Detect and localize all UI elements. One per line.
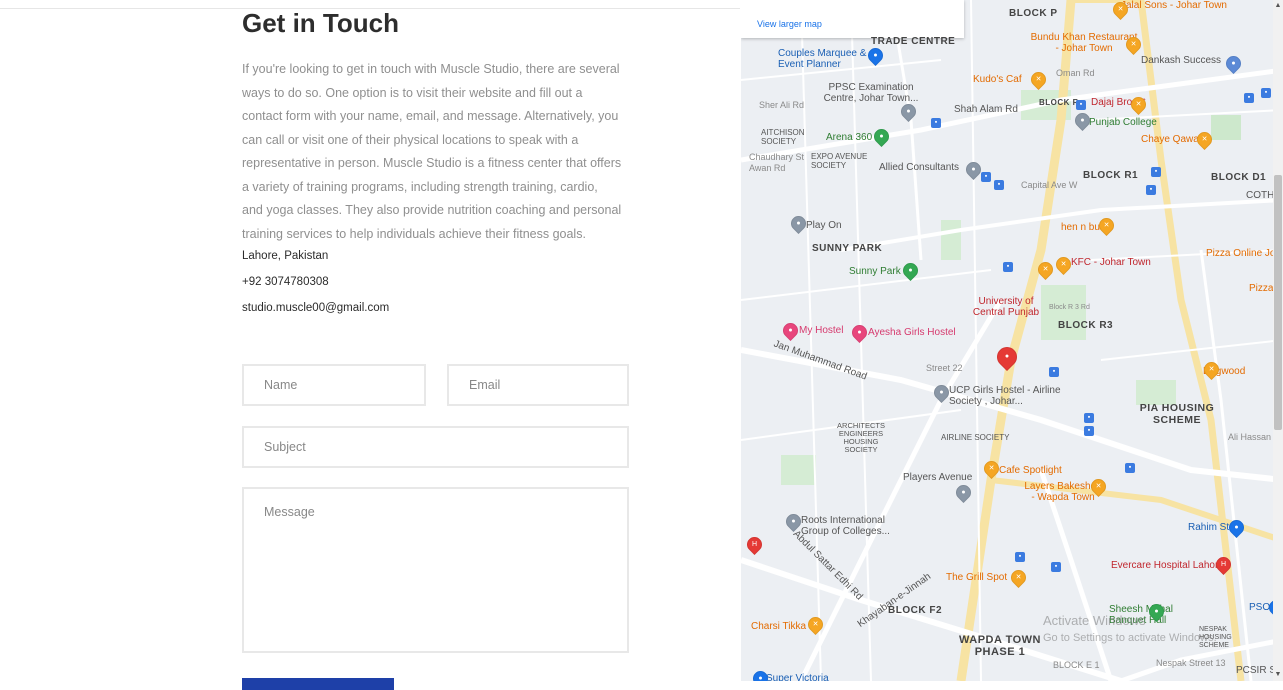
email-text: studio.muscle00@gmail.com	[242, 302, 390, 314]
name-input[interactable]	[242, 364, 426, 406]
scrollbar-thumb[interactable]	[1274, 175, 1282, 430]
map-label: Punjab College	[1089, 117, 1157, 128]
scroll-down-arrow-icon[interactable]: ▼	[1274, 671, 1282, 678]
bus-stop-icon[interactable]: ▪	[981, 172, 991, 182]
map-label: BLOCK R	[1039, 98, 1079, 107]
map-label: AIRLINE SOCIETY	[941, 433, 1010, 442]
map-label: The Grill Spot	[946, 572, 1008, 583]
map-label: Chaye Qawali	[1141, 134, 1204, 145]
map-label: Jalal Sons - Johar Town	[1121, 0, 1227, 11]
map-label: PCSIR S	[1236, 665, 1277, 676]
activation-watermark-subtitle: Go to Settings to activate Windows.	[1043, 632, 1217, 644]
map-label: Super Victoria	[766, 673, 829, 681]
map-info-card: View larger map	[741, 0, 964, 38]
page-title: Get in Touch	[242, 8, 399, 38]
map-label: Play On	[806, 220, 842, 231]
map-label: Kudo's Caf	[973, 74, 1022, 85]
map-label: Dankash Success	[1141, 55, 1222, 66]
map-label: Oman Rd	[1056, 68, 1095, 78]
map-label: Pizza Online Jo	[1206, 248, 1276, 259]
map-label: Awan Rd	[749, 163, 786, 173]
bus-stop-icon[interactable]: ▪	[1146, 185, 1156, 195]
map-label: Allied Consultants	[879, 162, 960, 173]
map-label: BLOCK F2	[888, 605, 942, 616]
map-label: BLOCK D1	[1211, 172, 1267, 183]
map-label: Cafe Spotlight	[999, 465, 1062, 476]
submit-button[interactable]	[242, 678, 394, 690]
bus-stop-icon[interactable]: ▪	[1151, 167, 1161, 177]
bus-stop-icon[interactable]: ▪	[994, 180, 1004, 190]
map-label: Players Avenue	[903, 472, 973, 483]
map-label: Roots International Group of Colleges...	[801, 515, 890, 537]
map-label: Block R 3 Rd	[1049, 304, 1090, 311]
map-label: Nespak Street 13	[1156, 658, 1226, 668]
bus-stop-icon[interactable]: ▪	[1125, 463, 1135, 473]
map-label: Couples Marquee & Event Planner	[778, 48, 867, 70]
map-label: Shah Alam Rd	[954, 104, 1018, 115]
bus-stop-icon[interactable]: ▪	[1015, 552, 1025, 562]
map-label: PPSC Examination Centre, Johar Town...	[823, 82, 919, 104]
intro-text: If you're looking to get in touch with M…	[242, 62, 622, 241]
map-label: TRADE CENTRE	[871, 36, 956, 47]
location-text: Lahore, Pakistan	[242, 250, 329, 262]
map-label: Chaudhary St	[749, 152, 805, 162]
map-label: Street 22	[926, 363, 963, 373]
map-label: SUNNY PARK	[812, 243, 883, 254]
map-label: WAPDA TOWN PHASE 1	[959, 634, 1041, 658]
activation-watermark-title: Activate Windows	[1043, 613, 1146, 628]
bus-stop-icon[interactable]: ▪	[931, 118, 941, 128]
map-label: Capital Ave W	[1021, 180, 1078, 190]
subject-input[interactable]	[242, 426, 629, 468]
map-label: Bundu Khan Restaurant - Johar Town	[1030, 32, 1138, 54]
map-label: UCP Girls Hostel - Airline Society , Joh…	[949, 385, 1061, 407]
map-label: BLOCK E 1	[1053, 660, 1100, 670]
map-label: BLOCK R3	[1058, 320, 1114, 331]
message-textarea[interactable]	[242, 487, 629, 653]
bus-stop-icon[interactable]: ▪	[1003, 262, 1013, 272]
bus-stop-icon[interactable]: ▪	[1084, 413, 1094, 423]
phone-text: +92 3074780308	[242, 276, 329, 288]
map-label: Charsi Tikka	[751, 621, 807, 632]
bus-stop-icon[interactable]: ▪	[1049, 367, 1059, 377]
bus-stop-icon[interactable]: ▪	[1051, 562, 1061, 572]
map-label: Sher Ali Rd	[759, 100, 805, 110]
bus-stop-icon[interactable]: ▪	[1261, 88, 1271, 98]
email-input[interactable]	[447, 364, 629, 406]
google-map[interactable]: View larger map BLOCK P Jalal Sons - Joh…	[741, 0, 1283, 681]
map-label: BLOCK P	[1009, 8, 1058, 19]
bus-stop-icon[interactable]: ▪	[1244, 93, 1254, 103]
bus-stop-icon[interactable]: ▪	[1076, 100, 1086, 110]
map-label: KFC - Johar Town	[1071, 257, 1151, 268]
map-label: EXPO AVENUE SOCIETY	[811, 152, 868, 170]
map-label: University of Central Punjab	[972, 296, 1040, 318]
map-label: Ayesha Girls Hostel	[868, 327, 956, 338]
map-label: Sunny Park	[849, 266, 901, 277]
map-label: PIA HOUSING SCHEME	[1139, 402, 1215, 426]
map-label: Arena 360	[826, 132, 873, 143]
bus-stop-icon[interactable]: ▪	[1084, 426, 1094, 436]
map-label: AITCHISON SOCIETY	[761, 128, 805, 146]
map-label: My Hostel	[799, 325, 844, 336]
view-larger-map-link[interactable]: View larger map	[757, 19, 822, 29]
map-label: Evercare Hospital Lahore	[1111, 560, 1224, 571]
map-label: ARCHITECTS ENGINEERS HOUSING SOCIETY	[837, 421, 885, 454]
map-label: BLOCK R1	[1083, 170, 1139, 181]
scroll-up-arrow-icon[interactable]: ▲	[1274, 2, 1282, 9]
